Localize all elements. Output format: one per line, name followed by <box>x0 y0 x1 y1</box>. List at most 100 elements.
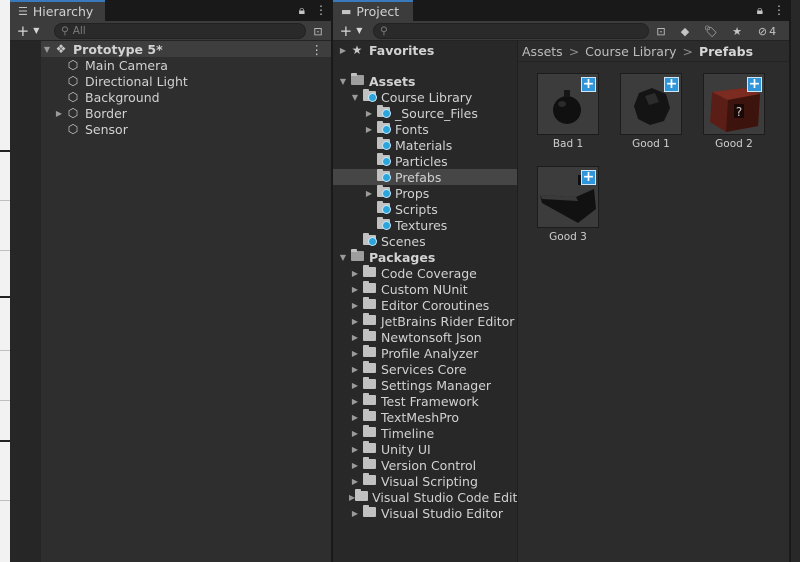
package-item[interactable]: ▶ Visual Scripting <box>349 473 517 489</box>
expand-arrow-icon[interactable]: ▶ <box>349 413 361 422</box>
package-item[interactable]: ▶ Code Coverage <box>349 265 517 281</box>
hierarchy-item[interactable]: ⬡ Sensor <box>53 121 128 137</box>
favorites-header[interactable]: ▶ ★ Favorites <box>337 42 434 58</box>
package-label: Code Coverage <box>381 265 477 281</box>
package-item[interactable]: ▶ Services Core <box>349 361 517 377</box>
lock-icon[interactable]: 🔒︎ <box>757 3 763 18</box>
folder-item[interactable]: ▶ _Source_Files <box>363 105 478 121</box>
hierarchy-item[interactable]: ⬡ Background <box>53 89 160 105</box>
lock-icon[interactable]: 🔒︎ <box>299 3 305 18</box>
package-item[interactable]: ▶ Timeline <box>349 425 517 441</box>
scene-visibility-icon[interactable]: ⊡ <box>310 23 326 39</box>
assets-header[interactable]: ▼ Assets <box>337 73 415 89</box>
folder-open-icon <box>349 73 365 88</box>
folder-item[interactable]: Textures <box>363 217 447 233</box>
asset-tile[interactable]: + Good 3 <box>537 166 599 243</box>
asset-tile[interactable]: ? + Good 2 <box>703 73 765 150</box>
package-item[interactable]: ▶ Custom NUnit <box>349 281 517 297</box>
expand-arrow-icon[interactable]: ▶ <box>349 509 361 518</box>
asset-tile[interactable]: + Good 1 <box>620 73 682 150</box>
folder-item[interactable]: Scenes <box>349 233 426 249</box>
scene-menu-icon[interactable]: ⋮ <box>311 42 324 57</box>
expand-arrow-icon[interactable]: ▼ <box>337 77 349 86</box>
package-item[interactable]: ▶ Editor Coroutines <box>349 297 517 313</box>
package-item[interactable]: ▶ Profile Analyzer <box>349 345 517 361</box>
project-panel: ▬ Project 🔒︎ ⋮ + ▼ ⚲ ⊡ ◆ 🏷︎ ★ ⊘ 4 ▶ ★ Favo… <box>333 0 789 562</box>
folder-icon <box>355 489 369 504</box>
expand-arrow-icon[interactable]: ▶ <box>349 381 361 390</box>
search-placeholder: All <box>72 25 86 37</box>
hierarchy-item[interactable]: ▶ ⬡ Border <box>53 105 127 121</box>
folder-icon <box>375 201 391 216</box>
asset-tile[interactable]: + Bad 1 <box>537 73 599 150</box>
folder-item-selected[interactable]: Prefabs <box>363 169 441 185</box>
expand-arrow-icon[interactable]: ▶ <box>349 445 361 454</box>
asset-label: Good 3 <box>549 231 587 243</box>
expand-arrow-icon[interactable]: ▼ <box>337 253 349 262</box>
package-item[interactable]: ▶ Settings Manager <box>349 377 517 393</box>
project-search-input[interactable]: ⚲ <box>373 23 649 39</box>
packages-header[interactable]: ▼ Packages <box>337 249 435 265</box>
package-item[interactable]: ▶ Visual Studio Editor <box>349 505 517 521</box>
tab-hierarchy[interactable]: ☰ Hierarchy <box>10 0 105 21</box>
breadcrumb-current[interactable]: Prefabs <box>699 44 753 59</box>
folder-item[interactable]: ▶ Fonts <box>363 121 429 137</box>
expand-arrow-icon[interactable]: ▶ <box>349 317 361 326</box>
search-scope-icon[interactable]: ⊡ <box>653 23 669 39</box>
expand-arrow-icon[interactable]: ▶ <box>349 461 361 470</box>
gameobject-cube-icon: ⬡ <box>67 58 79 72</box>
expand-arrow-icon[interactable]: ▶ <box>349 397 361 406</box>
more-menu-icon[interactable]: ⋮ <box>773 3 785 18</box>
hierarchy-item-label: Main Camera <box>85 57 168 73</box>
package-label: TextMeshPro <box>381 409 460 425</box>
hierarchy-tree: ▼ ❖ Prototype 5* ⋮ ⬡ Main Camera ⬡ Direc… <box>10 41 331 562</box>
tab-label: Project <box>356 4 400 19</box>
expand-arrow-icon[interactable]: ▶ <box>349 333 361 342</box>
expand-arrow-icon[interactable]: ▶ <box>349 301 361 310</box>
tab-project[interactable]: ▬ Project <box>333 0 413 21</box>
scene-line <box>0 400 10 401</box>
hierarchy-search-input[interactable]: ⚲ All <box>54 23 306 39</box>
expand-arrow-icon[interactable]: ▼ <box>349 93 361 102</box>
breadcrumb-item[interactable]: Assets <box>522 44 563 59</box>
folder-item[interactable]: Scripts <box>363 201 438 217</box>
hierarchy-item-label: Border <box>85 105 127 121</box>
expand-arrow-icon[interactable]: ▼ <box>41 45 53 54</box>
expand-arrow-icon[interactable]: ▶ <box>363 125 375 134</box>
folder-item[interactable]: ▶ Props <box>363 185 429 201</box>
favorite-star-icon[interactable]: ★ <box>729 23 745 39</box>
package-item[interactable]: ▶ Version Control <box>349 457 517 473</box>
folder-label: Materials <box>395 137 453 153</box>
package-item[interactable]: ▶ TextMeshPro <box>349 409 517 425</box>
expand-arrow-icon[interactable]: ▶ <box>349 285 361 294</box>
hierarchy-item[interactable]: ⬡ Main Camera <box>53 57 168 73</box>
hidden-packages-toggle[interactable]: ⊘ 4 <box>753 23 781 39</box>
expand-arrow-icon[interactable]: ▶ <box>363 109 375 118</box>
expand-arrow-icon[interactable]: ▶ <box>349 477 361 486</box>
folder-item[interactable]: Particles <box>363 153 448 169</box>
breadcrumb-item[interactable]: Course Library <box>585 44 676 59</box>
create-button[interactable]: + ▼ <box>10 21 46 41</box>
expand-arrow-icon[interactable]: ▶ <box>53 109 65 118</box>
create-button[interactable]: + ▼ <box>333 21 369 41</box>
gameobject-cube-icon: ⬡ <box>67 74 79 88</box>
package-item[interactable]: ▶ Visual Studio Code Editor <box>349 489 517 505</box>
expand-arrow-icon[interactable]: ▶ <box>349 269 361 278</box>
expand-arrow-icon[interactable]: ▶ <box>349 365 361 374</box>
scene-header[interactable]: ▼ ❖ Prototype 5* ⋮ <box>41 41 331 57</box>
more-menu-icon[interactable]: ⋮ <box>315 3 327 18</box>
filter-by-label-icon[interactable]: 🏷︎ <box>703 23 719 39</box>
package-item[interactable]: ▶ Test Framework <box>349 393 517 409</box>
expand-arrow-icon[interactable]: ▶ <box>363 189 375 198</box>
package-item[interactable]: ▶ Unity UI <box>349 441 517 457</box>
expand-arrow-icon[interactable]: ▶ <box>349 349 361 358</box>
package-item[interactable]: ▶ JetBrains Rider Editor <box>349 313 517 329</box>
folder-item[interactable]: Materials <box>363 137 452 153</box>
expand-arrow-icon[interactable]: ▶ <box>337 46 349 55</box>
asset-thumbnail: + <box>537 166 599 228</box>
hierarchy-item[interactable]: ⬡ Directional Light <box>53 73 188 89</box>
expand-arrow-icon[interactable]: ▶ <box>349 429 361 438</box>
package-item[interactable]: ▶ Newtonsoft Json <box>349 329 517 345</box>
folder-item[interactable]: ▼ Course Library <box>349 89 472 105</box>
filter-by-type-icon[interactable]: ◆ <box>677 23 693 39</box>
